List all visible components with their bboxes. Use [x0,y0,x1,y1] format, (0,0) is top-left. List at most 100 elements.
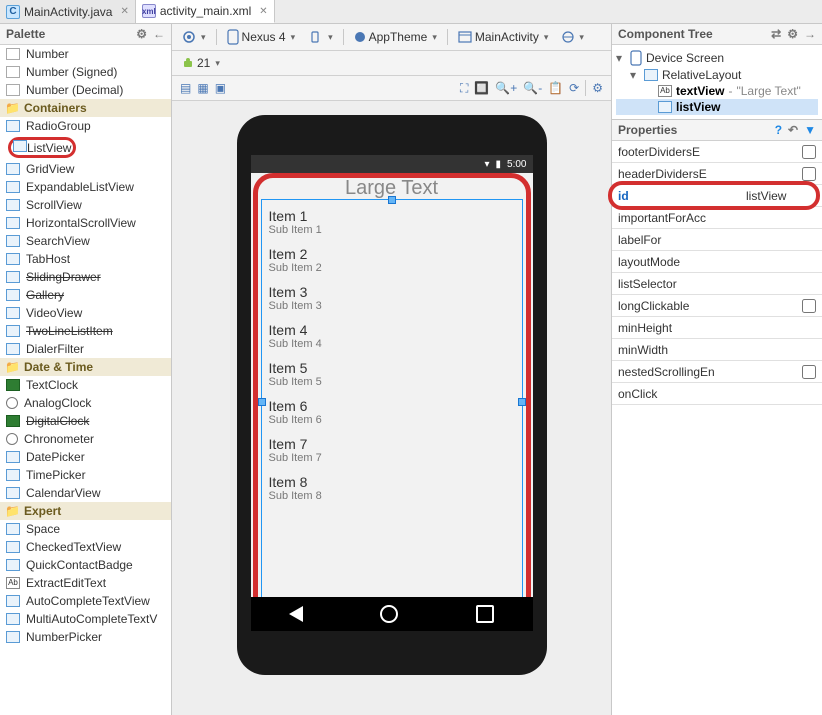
palette-item-analogclock[interactable]: AnalogClock [0,394,171,412]
palette-item-quickcontactbadge[interactable]: QuickContactBadge [0,556,171,574]
zoom-out-icon[interactable]: 🔍- [523,81,542,95]
properties-list[interactable]: footerDividersEheaderDividersEidlistView… [612,141,822,405]
palette-item-checkedtextview[interactable]: CheckedTextView [0,538,171,556]
property-checkbox[interactable] [802,299,816,313]
property-checkbox[interactable] [802,167,816,181]
nav-back-icon[interactable] [289,606,303,622]
palette-category[interactable]: 📁Date & Time [0,358,171,376]
palette-category[interactable]: 📁Expert [0,502,171,520]
palette-item-radiogroup[interactable]: RadioGroup [0,117,171,135]
tree-textview[interactable]: Ab textView - "Large Text" [616,83,818,99]
tab-mainactivity-java[interactable]: C MainActivity.java ✕ [0,0,136,23]
property-value[interactable]: listView [746,189,816,203]
resize-handle-right[interactable] [518,398,526,406]
palette-item-numberpicker[interactable]: NumberPicker [0,628,171,646]
gear-icon[interactable]: ⚙ [787,27,798,41]
property-row-nestedscrollingen[interactable]: nestedScrollingEn [612,361,822,383]
palette-item-gallery[interactable]: Gallery [0,286,171,304]
resize-handle-left[interactable] [258,398,266,406]
property-row-longclickable[interactable]: longClickable [612,295,822,317]
tab-activity-main-xml[interactable]: xml activity_main.xml ✕ [136,0,275,23]
design-view-dropdown[interactable] [178,29,210,45]
list-item[interactable]: Item 7Sub Item 7 [267,431,517,469]
palette-item-horizontalscrollview[interactable]: HorizontalScrollView [0,214,171,232]
palette-category[interactable]: 📁Containers [0,99,171,117]
undo-icon[interactable]: ↶ [788,123,798,137]
palette-item-chronometer[interactable]: Chronometer [0,430,171,448]
property-row-listselector[interactable]: listSelector [612,273,822,295]
palette-item-scrollview[interactable]: ScrollView [0,196,171,214]
palette-item-slidingdrawer[interactable]: SlidingDrawer [0,268,171,286]
palette-item-tabhost[interactable]: TabHost [0,250,171,268]
palette-item-textclock[interactable]: TextClock [0,376,171,394]
orientation-dropdown[interactable] [305,29,337,45]
nav-recent-icon[interactable] [476,605,494,623]
property-row-footerdividerse[interactable]: footerDividersE [612,141,822,163]
theme-dropdown[interactable]: AppTheme [350,29,441,45]
clipboard-icon[interactable]: 📋 [548,81,563,95]
zoom-in-icon[interactable]: 🔍+ [495,81,517,95]
component-tree[interactable]: ▾ Device Screen ▾ RelativeLayout Ab text… [612,45,822,119]
palette-item-space[interactable]: Space [0,520,171,538]
device-dropdown[interactable]: Nexus 4 [223,28,300,46]
palette-item-number-decimal-[interactable]: Number (Decimal) [0,81,171,99]
property-row-minwidth[interactable]: minWidth [612,339,822,361]
refresh-icon[interactable]: ⟳ [569,81,579,95]
tree-listview[interactable]: listView [616,99,818,115]
palette-item-digitalclock[interactable]: DigitalClock [0,412,171,430]
list-item[interactable]: Item 6Sub Item 6 [267,393,517,431]
property-row-layoutmode[interactable]: layoutMode [612,251,822,273]
list-item[interactable]: Item 8Sub Item 8 [267,469,517,507]
align-left-icon[interactable]: ▤ [180,81,191,95]
property-row-minheight[interactable]: minHeight [612,317,822,339]
expand-icon[interactable]: ⇄ [771,27,781,41]
filter-icon[interactable]: ▼ [804,123,816,137]
palette-item-calendarview[interactable]: CalendarView [0,484,171,502]
property-row-labelfor[interactable]: labelFor [612,229,822,251]
gear-icon[interactable]: ⚙ [592,81,603,95]
palette-item-timepicker[interactable]: TimePicker [0,466,171,484]
close-icon[interactable]: ✕ [120,6,128,17]
palette-item-videoview[interactable]: VideoView [0,304,171,322]
chevron-left-icon[interactable]: ← [153,27,165,41]
gear-icon[interactable]: ⚙ [136,27,147,41]
palette-item-gridview[interactable]: GridView [0,160,171,178]
device-screen[interactable]: ▾ ▮ 5:00 Large Text Item 1Sub Item 1Item… [251,155,533,631]
list-item[interactable]: Item 2Sub Item 2 [267,241,517,279]
property-checkbox[interactable] [802,145,816,159]
property-checkbox[interactable] [802,365,816,379]
palette-item-extractedittext[interactable]: AbExtractEditText [0,574,171,592]
property-row-importantforacc[interactable]: importantForAcc [612,207,822,229]
palette-item-dialerfilter[interactable]: DialerFilter [0,340,171,358]
palette-item-datepicker[interactable]: DatePicker [0,448,171,466]
palette-item-searchview[interactable]: SearchView [0,232,171,250]
palette-item-listview[interactable]: ListView [0,135,171,160]
palette-item-autocompletetextview[interactable]: AutoCompleteTextView [0,592,171,610]
palette-item-number-signed-[interactable]: Number (Signed) [0,63,171,81]
list-item[interactable]: Item 1Sub Item 1 [267,203,517,241]
tree-relativelayout[interactable]: ▾ RelativeLayout [616,67,818,83]
activity-dropdown[interactable]: MainActivity [454,29,553,45]
api-level-dropdown[interactable]: 21 [178,55,224,71]
zoom-fit-icon[interactable]: ⛶ [460,81,468,96]
palette-list[interactable]: NumberNumber (Signed)Number (Decimal)📁Co… [0,45,171,705]
locale-dropdown[interactable] [558,30,588,44]
list-item[interactable]: Item 4Sub Item 4 [267,317,517,355]
tree-device-screen[interactable]: ▾ Device Screen [616,49,818,67]
align-center-icon[interactable]: ▦ [197,81,208,95]
align-stretch-icon[interactable]: ▣ [215,81,226,95]
list-item[interactable]: Item 5Sub Item 5 [267,355,517,393]
palette-item-twolinelistitem[interactable]: TwoLineListItem [0,322,171,340]
palette-item-number[interactable]: Number [0,45,171,63]
list-item[interactable]: Item 3Sub Item 3 [267,279,517,317]
property-row-id[interactable]: idlistView [612,185,822,207]
property-row-headerdividerse[interactable]: headerDividersE [612,163,822,185]
close-icon[interactable]: ✕ [259,6,267,17]
palette-item-multiautocompletetextv[interactable]: MultiAutoCompleteTextV [0,610,171,628]
help-icon[interactable]: ? [775,123,782,137]
zoom-actual-icon[interactable]: 🔲 [474,81,489,95]
listview-preview[interactable]: Item 1Sub Item 1Item 2Sub Item 2Item 3Su… [267,203,517,601]
chevron-right-icon[interactable]: → [804,27,816,41]
nav-home-icon[interactable] [380,605,398,623]
property-row-onclick[interactable]: onClick [612,383,822,405]
